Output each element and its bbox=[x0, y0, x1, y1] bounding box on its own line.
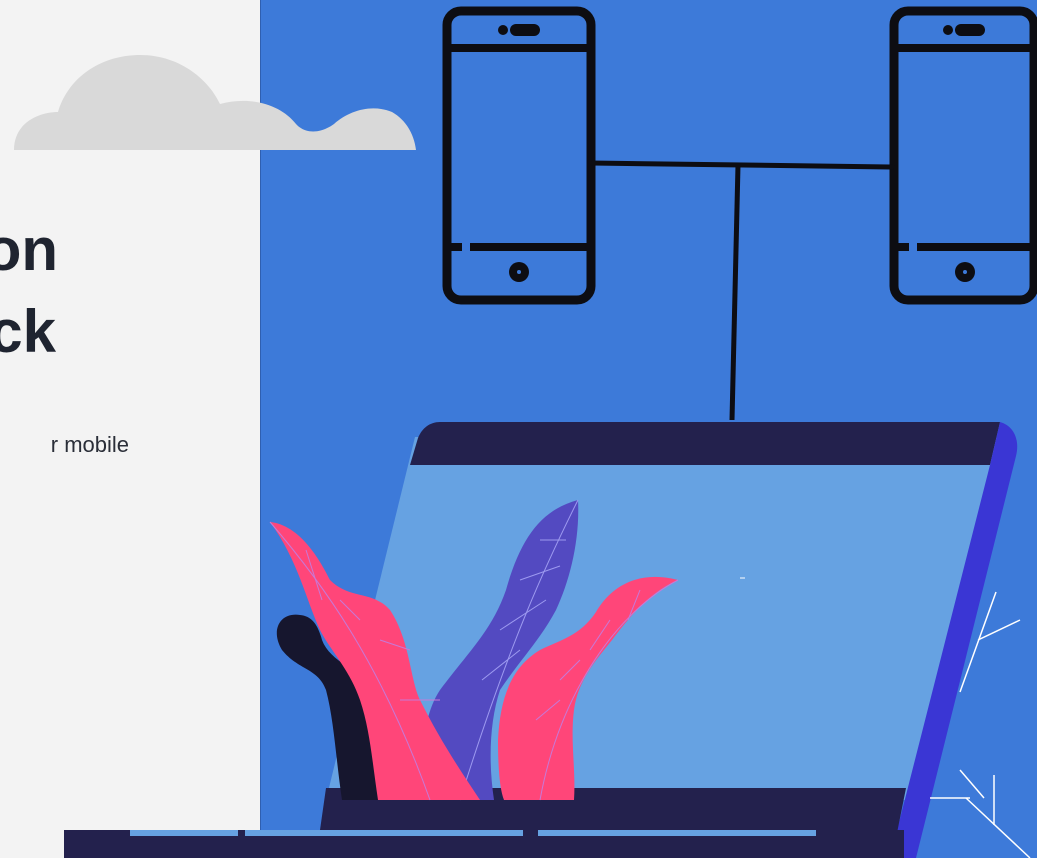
phone-right-icon bbox=[889, 6, 1037, 305]
cloud-icon bbox=[14, 55, 416, 150]
phone-left-icon bbox=[442, 6, 596, 305]
connector-lines bbox=[590, 160, 895, 421]
illustration bbox=[14, 6, 1037, 858]
